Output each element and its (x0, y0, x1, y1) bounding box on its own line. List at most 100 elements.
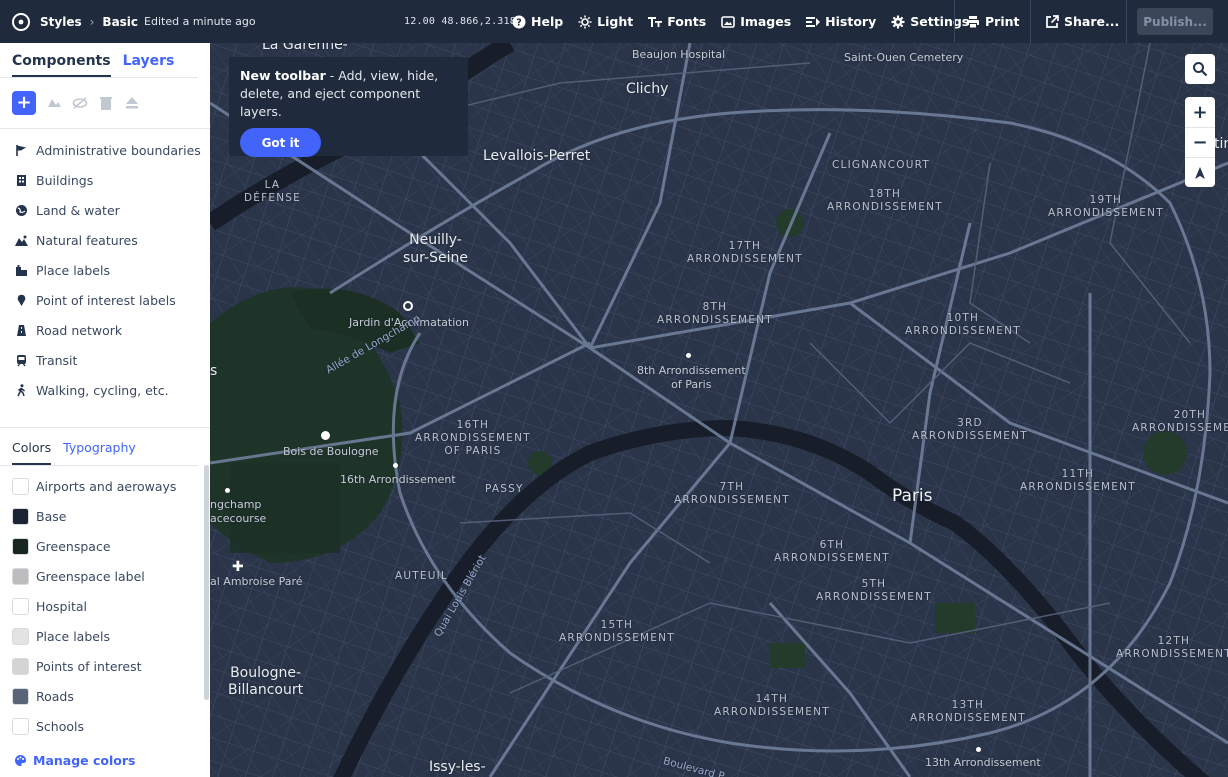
panel-tabs: Components Layers (0, 43, 198, 78)
globe-icon (14, 203, 28, 217)
component-label: Administrative boundaries (36, 142, 201, 158)
view-component-icon[interactable] (46, 95, 62, 111)
divider (1126, 0, 1127, 43)
color-swatch[interactable] (12, 657, 29, 675)
component-item-natural[interactable]: Natural features (0, 225, 210, 255)
poi-marker-icon[interactable] (403, 301, 413, 311)
manage-colors-link[interactable]: Manage colors (14, 753, 135, 768)
component-item-transit[interactable]: Transit (0, 345, 210, 375)
color-swatch[interactable] (12, 507, 29, 525)
component-item-road[interactable]: Road network (0, 315, 210, 345)
left-panel: Components Layers + Administrative bound… (0, 43, 210, 777)
top-nav: ? Help Light Fonts Images History Settin… (512, 0, 984, 43)
color-item[interactable]: Schools (0, 711, 210, 741)
train-icon (14, 353, 28, 367)
map-label: 16th Arrondissement (340, 473, 456, 486)
tree-icon[interactable] (321, 431, 330, 440)
images-button[interactable]: Images (721, 14, 791, 29)
font-icon (648, 15, 663, 29)
component-item-land-water[interactable]: Land & water (0, 195, 210, 225)
mountain-icon (14, 233, 28, 247)
hide-component-icon[interactable] (72, 95, 88, 111)
color-swatch[interactable] (12, 567, 29, 585)
map-label: 13th Arrondissement (925, 756, 1041, 769)
color-swatch[interactable] (12, 597, 29, 615)
map-label: Bois de Boulogne (283, 445, 379, 458)
color-label: Airports and aeroways (36, 478, 177, 494)
map-label: 17TH ARRONDISSEMENT (687, 240, 803, 266)
component-item-buildings[interactable]: Buildings (0, 165, 210, 195)
publish-button[interactable]: Publish... (1137, 8, 1213, 35)
place-dot-icon (393, 463, 398, 468)
color-item[interactable]: Roads (0, 681, 210, 711)
map-label: 19TH ARRONDISSEMENT (1048, 194, 1164, 220)
map-label: 18TH ARRONDISSEMENT (827, 188, 943, 214)
color-item[interactable]: Greenspace label (0, 561, 210, 591)
printer-icon (966, 15, 980, 29)
settings-button[interactable]: Settings (891, 14, 969, 29)
map-label: Paris (892, 486, 933, 506)
help-button[interactable]: ? Help (512, 14, 563, 29)
fonts-button[interactable]: Fonts (648, 14, 706, 29)
map-label: PASSY (485, 483, 524, 495)
color-item[interactable]: Points of interest (0, 651, 210, 681)
light-button[interactable]: Light (578, 14, 633, 29)
map-label: 20TH ARRONDISSEMENT (1132, 409, 1228, 435)
delete-component-icon[interactable] (98, 95, 114, 111)
colors-section: Colors Typography Airports and aeroways … (0, 427, 210, 741)
flag-icon (14, 143, 28, 157)
map-label: 16TH ARRONDISSEMENT OF PARIS (415, 419, 531, 458)
divider (954, 0, 955, 43)
tab-layers[interactable]: Layers (123, 53, 175, 77)
help-icon: ? (512, 15, 526, 29)
color-swatch[interactable] (12, 537, 29, 555)
color-item[interactable]: Airports and aeroways (0, 471, 210, 501)
eject-component-icon[interactable] (124, 95, 140, 111)
history-icon (806, 15, 821, 29)
breadcrumb-styles[interactable]: Styles (40, 15, 82, 29)
map-label: La Garenne- (262, 43, 348, 53)
compass-icon (1195, 166, 1205, 179)
color-label: Roads (36, 688, 74, 704)
history-button[interactable]: History (806, 14, 876, 29)
color-swatch[interactable] (12, 687, 29, 705)
color-label: Greenspace (36, 538, 111, 554)
component-label: Point of interest labels (36, 292, 176, 308)
component-item-admin[interactable]: Administrative boundaries (0, 135, 210, 165)
color-swatch[interactable] (12, 717, 29, 735)
tab-components[interactable]: Components (12, 53, 111, 77)
zoom-out-button[interactable]: − (1185, 127, 1215, 157)
share-button[interactable]: Share... (1045, 14, 1119, 29)
add-component-button[interactable]: + (12, 91, 36, 115)
map-label: 11TH ARRONDISSEMENT (1020, 468, 1136, 494)
map-label: 7TH ARRONDISSEMENT (674, 481, 790, 507)
color-item[interactable]: Hospital (0, 591, 210, 621)
color-item[interactable]: Base (0, 501, 210, 531)
map-label: al Ambroise Paré (210, 575, 303, 588)
map-label: Levallois-Perret (483, 148, 591, 164)
got-it-button[interactable]: Got it (240, 128, 321, 157)
color-label: Hospital (36, 598, 88, 614)
component-item-place-labels[interactable]: Place labels (0, 255, 210, 285)
tab-colors[interactable]: Colors (12, 440, 52, 465)
mapbox-logo-icon[interactable] (12, 12, 30, 31)
tab-typography[interactable]: Typography (63, 440, 136, 465)
divider (0, 128, 210, 129)
search-icon (1193, 62, 1208, 77)
color-item[interactable]: Place labels (0, 621, 210, 651)
color-swatch[interactable] (12, 477, 29, 495)
map-search-button[interactable] (1185, 54, 1215, 84)
panel-scrollbar[interactable] (204, 465, 209, 700)
color-swatch[interactable] (12, 627, 29, 645)
map-label: Saint-Ouen Cemetery (844, 51, 964, 64)
print-button[interactable]: Print (966, 14, 1020, 29)
tooltip-title: New toolbar (240, 68, 326, 83)
breadcrumb-style-name[interactable]: Basic (102, 15, 138, 29)
map-label: Clichy (626, 81, 669, 97)
compass-button[interactable] (1185, 157, 1215, 187)
color-item[interactable]: Greenspace (0, 531, 210, 561)
component-item-walking[interactable]: Walking, cycling, etc. (0, 375, 210, 405)
zoom-control: + − (1185, 97, 1215, 187)
component-item-poi[interactable]: Point of interest labels (0, 285, 210, 315)
zoom-in-button[interactable]: + (1185, 97, 1215, 127)
